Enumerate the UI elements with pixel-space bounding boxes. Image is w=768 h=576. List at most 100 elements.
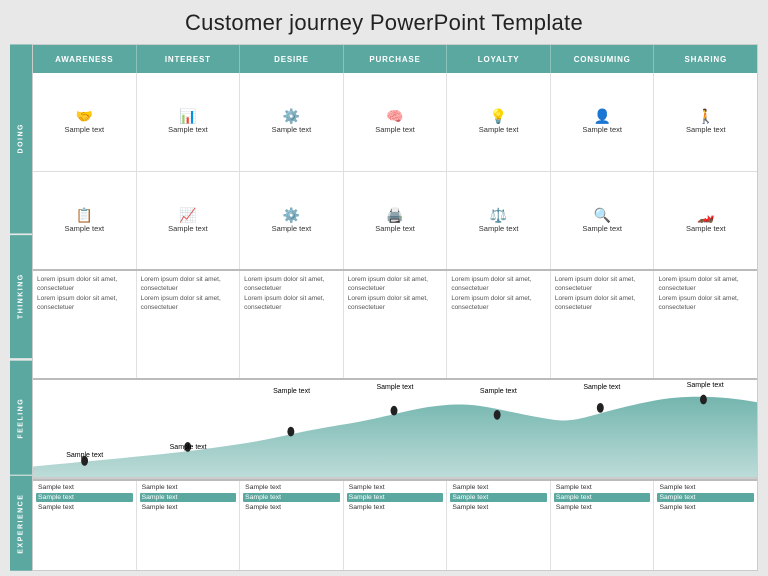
row-label-feeling: FEELING bbox=[10, 361, 32, 475]
exp-col-5: Sample text Sample text Sample text bbox=[447, 481, 551, 570]
page-title: Customer journey PowerPoint Template bbox=[185, 10, 583, 36]
thinking-c5: Lorem ipsum dolor sit amet, consectetuer… bbox=[447, 271, 551, 377]
exp-3-r2: Sample text bbox=[243, 493, 340, 502]
doing-r1-c4-text: Sample text bbox=[375, 125, 415, 134]
thinking-c7: Lorem ipsum dolor sit amet, consectetuer… bbox=[654, 271, 757, 377]
thinking-c4: Lorem ipsum dolor sit amet, consectetuer… bbox=[344, 271, 448, 377]
brain-icon: 🧠 bbox=[386, 109, 403, 123]
doing-r1-c4: 🧠 Sample text bbox=[344, 73, 448, 171]
col-header-loyalty: LOYALTY bbox=[447, 45, 551, 73]
feeling-label-1: Sample text bbox=[33, 382, 136, 480]
doing-r2-c6-text: Sample text bbox=[582, 224, 622, 233]
exp-2-r1: Sample text bbox=[140, 483, 237, 492]
exp-col-4: Sample text Sample text Sample text bbox=[344, 481, 448, 570]
walking-icon: 🚶 bbox=[697, 109, 714, 123]
handshake-icon: 🤝 bbox=[76, 109, 93, 123]
exp-col-2: Sample text Sample text Sample text bbox=[137, 481, 241, 570]
exp-4-r1: Sample text bbox=[347, 483, 444, 492]
gauge-icon: 🏎️ bbox=[697, 208, 714, 222]
doing-r2-c4: 🖨️ Sample text bbox=[344, 172, 448, 270]
exp-5-r1: Sample text bbox=[450, 483, 547, 492]
header-row: AWARENESS INTEREST DESIRE PURCHASE LOYAL… bbox=[33, 45, 757, 73]
exp-1-r3: Sample text bbox=[36, 503, 133, 512]
doing-r2-c7: 🏎️ Sample text bbox=[654, 172, 757, 270]
exp-7-r3: Sample text bbox=[657, 503, 754, 512]
doing-r2-c5-text: Sample text bbox=[479, 224, 519, 233]
doing-r2-c4-text: Sample text bbox=[375, 224, 415, 233]
thinking-c1: Lorem ipsum dolor sit amet, consectetuer… bbox=[33, 271, 137, 377]
row-labels: DOING THINKING FEELING EXPERIENCE bbox=[10, 44, 32, 571]
row-label-doing: DOING bbox=[10, 44, 32, 233]
doing-r1-c2: 📊 Sample text bbox=[137, 73, 241, 171]
exp-col-6: Sample text Sample text Sample text bbox=[551, 481, 655, 570]
doing-r1-c5-text: Sample text bbox=[479, 125, 519, 134]
doing-r1-c7: 🚶 Sample text bbox=[654, 73, 757, 171]
exp-6-r1: Sample text bbox=[554, 483, 651, 492]
doing-r2-c2-text: Sample text bbox=[168, 224, 208, 233]
doing-r2-c2: 📈 Sample text bbox=[137, 172, 241, 270]
exp-1-r1: Sample text bbox=[36, 483, 133, 492]
exp-4-r2: Sample text bbox=[347, 493, 444, 502]
doing-r1-c2-text: Sample text bbox=[168, 125, 208, 134]
search-icon: 🔍 bbox=[593, 208, 610, 222]
doing-r1-c1-text: Sample text bbox=[64, 125, 104, 134]
row-label-thinking: THINKING bbox=[10, 235, 32, 358]
feeling-label-4: Sample text bbox=[343, 382, 446, 480]
printer-icon: 🖨️ bbox=[386, 208, 403, 222]
bar-chart-icon: 📊 bbox=[179, 109, 196, 123]
person-icon: 👤 bbox=[593, 109, 610, 123]
exp-4-r3: Sample text bbox=[347, 503, 444, 512]
thinking-c3: Lorem ipsum dolor sit amet, consectetuer… bbox=[240, 271, 344, 377]
feeling-label-2: Sample text bbox=[136, 382, 239, 480]
row-label-experience: EXPERIENCE bbox=[10, 476, 32, 571]
journey-table: DOING THINKING FEELING EXPERIENCE AWAREN… bbox=[10, 44, 758, 571]
doing-r2-c3: ⚙️ Sample text bbox=[240, 172, 344, 270]
exp-5-r3: Sample text bbox=[450, 503, 547, 512]
doing-r1-c3: ⚙️ Sample text bbox=[240, 73, 344, 171]
feeling-label-3: Sample text bbox=[240, 382, 343, 480]
doing-r2-c3-text: Sample text bbox=[272, 224, 312, 233]
doing-r1-c5: 💡 Sample text bbox=[447, 73, 551, 171]
exp-col-3: Sample text Sample text Sample text bbox=[240, 481, 344, 570]
exp-6-r2: Sample text bbox=[554, 493, 651, 502]
col-header-awareness: AWARENESS bbox=[33, 45, 137, 73]
exp-3-r1: Sample text bbox=[243, 483, 340, 492]
clipboard-icon: 📋 bbox=[76, 208, 93, 222]
doing-r1-c1: 🤝 Sample text bbox=[33, 73, 137, 171]
col-header-interest: INTEREST bbox=[137, 45, 241, 73]
main-content: AWARENESS INTEREST DESIRE PURCHASE LOYAL… bbox=[32, 44, 758, 571]
gear-icon: ⚙️ bbox=[283, 109, 300, 123]
col-header-consuming: CONSUMING bbox=[551, 45, 655, 73]
thinking-section: Lorem ipsum dolor sit amet, consectetuer… bbox=[33, 271, 757, 377]
doing-row1: 🤝 Sample text 📊 Sample text ⚙️ Sample te… bbox=[33, 73, 757, 171]
feeling-label-5: Sample text bbox=[447, 382, 550, 480]
col-header-sharing: SHARING bbox=[654, 45, 757, 73]
thinking-c6: Lorem ipsum dolor sit amet, consectetuer… bbox=[551, 271, 655, 377]
exp-2-r3: Sample text bbox=[140, 503, 237, 512]
doing-r1-c6: 👤 Sample text bbox=[551, 73, 655, 171]
exp-col-1: Sample text Sample text Sample text bbox=[33, 481, 137, 570]
feeling-labels-row: Sample text Sample text Sample text Samp… bbox=[33, 382, 757, 480]
exp-3-r3: Sample text bbox=[243, 503, 340, 512]
doing-r2-c1-text: Sample text bbox=[64, 224, 104, 233]
exp-7-r2: Sample text bbox=[657, 493, 754, 502]
col-header-purchase: PURCHASE bbox=[344, 45, 448, 73]
settings-icon: ⚙️ bbox=[283, 208, 300, 222]
exp-col-7: Sample text Sample text Sample text bbox=[654, 481, 757, 570]
exp-1-r2: Sample text bbox=[36, 493, 133, 502]
thinking-c2: Lorem ipsum dolor sit amet, consectetuer… bbox=[137, 271, 241, 377]
col-header-desire: DESIRE bbox=[240, 45, 344, 73]
doing-r2-c5: ⚖️ Sample text bbox=[447, 172, 551, 270]
exp-5-r2: Sample text bbox=[450, 493, 547, 502]
exp-2-r2: Sample text bbox=[140, 493, 237, 502]
doing-r2-c6: 🔍 Sample text bbox=[551, 172, 655, 270]
doing-r1-c7-text: Sample text bbox=[686, 125, 726, 134]
doing-r1-c6-text: Sample text bbox=[582, 125, 622, 134]
experience-section: Sample text Sample text Sample text Samp… bbox=[33, 481, 757, 570]
trend-icon: 📈 bbox=[179, 208, 196, 222]
doing-r1-c3-text: Sample text bbox=[272, 125, 312, 134]
exp-6-r3: Sample text bbox=[554, 503, 651, 512]
exp-7-r1: Sample text bbox=[657, 483, 754, 492]
scale-icon: ⚖️ bbox=[490, 208, 507, 222]
bulb-icon: 💡 bbox=[490, 109, 507, 123]
